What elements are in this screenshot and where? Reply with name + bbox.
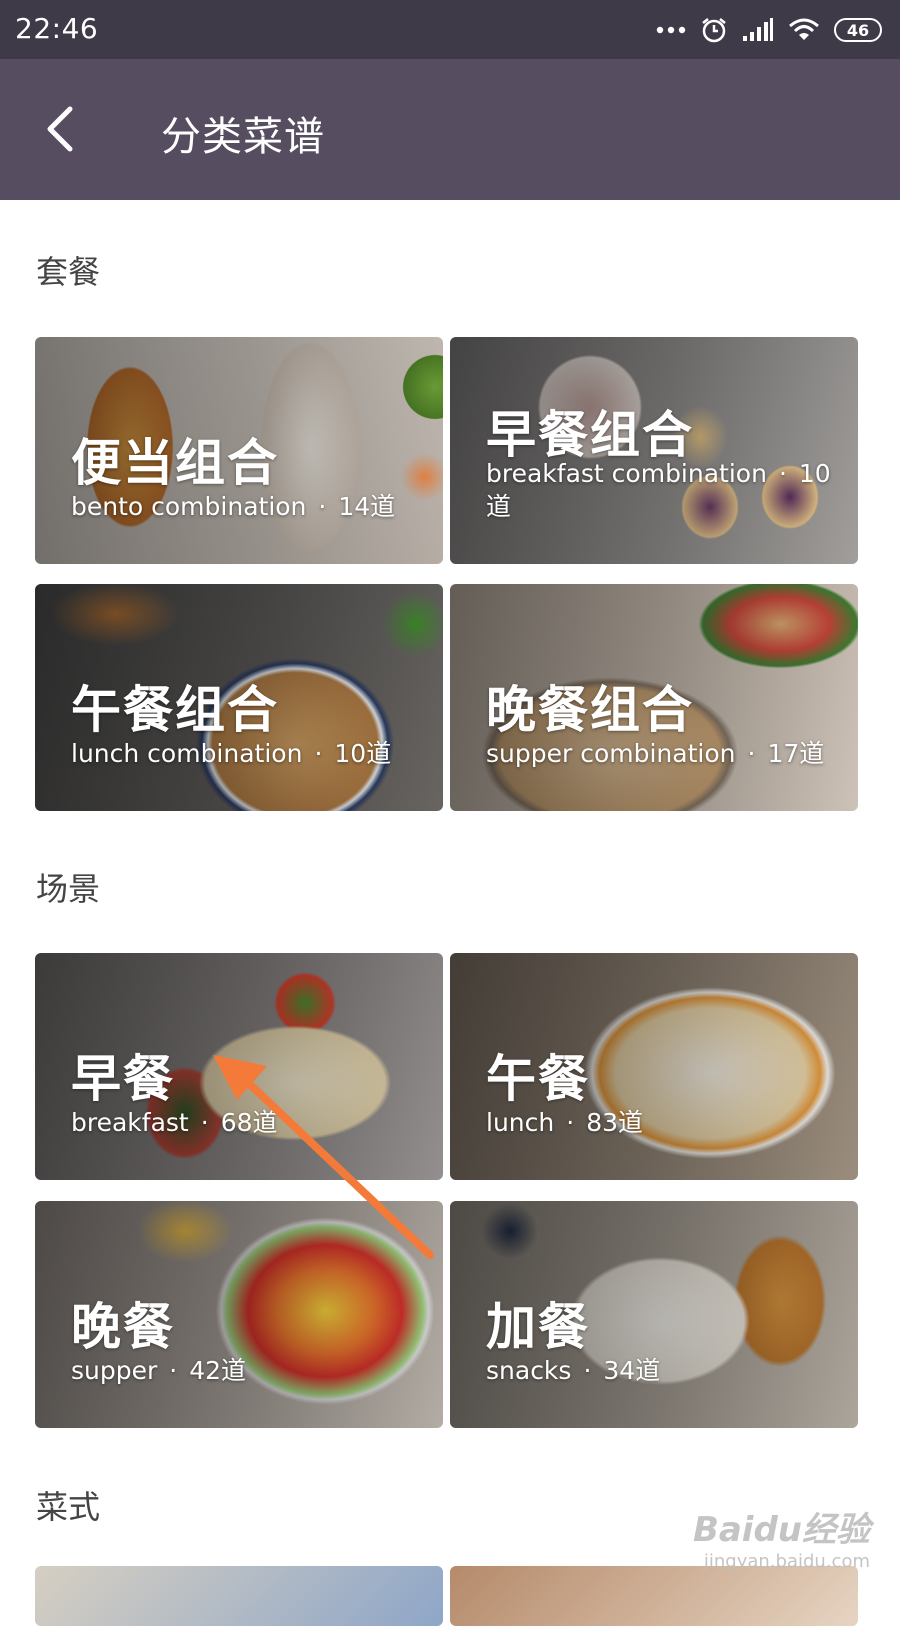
card-subtitle: snacks · 34道 [486,1356,661,1385]
watermark-url: jingyan.baidu.com [703,1551,870,1572]
card-bento-combination[interactable]: 便当组合 bento combination · 14道 [35,337,443,564]
card-title: 晚餐 [71,1298,175,1356]
watermark: Baidu经验 jingyan.baidu.com [693,1502,870,1572]
battery-icon: 46 [834,18,882,42]
card-supper-combination[interactable]: 晚餐组合 supper combination · 17道 [450,584,858,811]
status-icons: 46 [656,14,882,46]
card-breakfast[interactable]: 早餐 breakfast · 68道 [35,953,443,1180]
more-dots-icon [656,25,686,35]
card-lunch-combination[interactable]: 午餐组合 lunch combination · 10道 [35,584,443,811]
status-bar: 22:46 46 [0,0,900,59]
card-subtitle: breakfast · 68道 [71,1108,278,1137]
card-breakfast-combination[interactable]: 早餐组合 breakfast combination · 10道 [450,337,858,564]
card-subtitle: bento combination · 14道 [71,492,396,521]
card-subtitle: breakfast combination · 10道 [486,459,831,521]
card-title: 晚餐组合 [486,681,694,739]
status-time: 22:46 [15,12,99,45]
card-title: 午餐 [486,1050,590,1108]
card-lunch[interactable]: 午餐 lunch · 83道 [450,953,858,1180]
card-title: 加餐 [486,1298,590,1356]
app-header: 分类菜谱 [0,59,900,200]
card-subtitle: lunch · 83道 [486,1108,643,1137]
back-arrow-icon [36,106,92,161]
card-subtitle: supper · 42道 [71,1356,247,1385]
back-button[interactable] [36,101,92,157]
card-snacks[interactable]: 加餐 snacks · 34道 [450,1201,858,1428]
card-dish-style-partial[interactable] [35,1566,443,1626]
card-title: 早餐 [71,1050,175,1108]
watermark-logo: Baidu经验 [692,1510,870,1550]
signal-icon [742,18,774,42]
food-image [450,1566,858,1626]
page-title: 分类菜谱 [161,114,325,160]
card-subtitle: lunch combination · 10道 [71,739,392,768]
card-dish-style-partial[interactable] [450,1566,858,1626]
alarm-icon [700,16,728,44]
section-title-dish-styles: 菜式 [36,1488,101,1526]
card-subtitle: supper combination · 17道 [486,739,825,768]
food-image [35,1566,443,1626]
wifi-icon [788,18,820,42]
card-title: 便当组合 [71,434,279,492]
card-supper[interactable]: 晚餐 supper · 42道 [35,1201,443,1428]
section-title-scenes: 场景 [36,870,101,908]
card-title: 午餐组合 [71,681,279,739]
section-title-combos: 套餐 [36,253,101,291]
